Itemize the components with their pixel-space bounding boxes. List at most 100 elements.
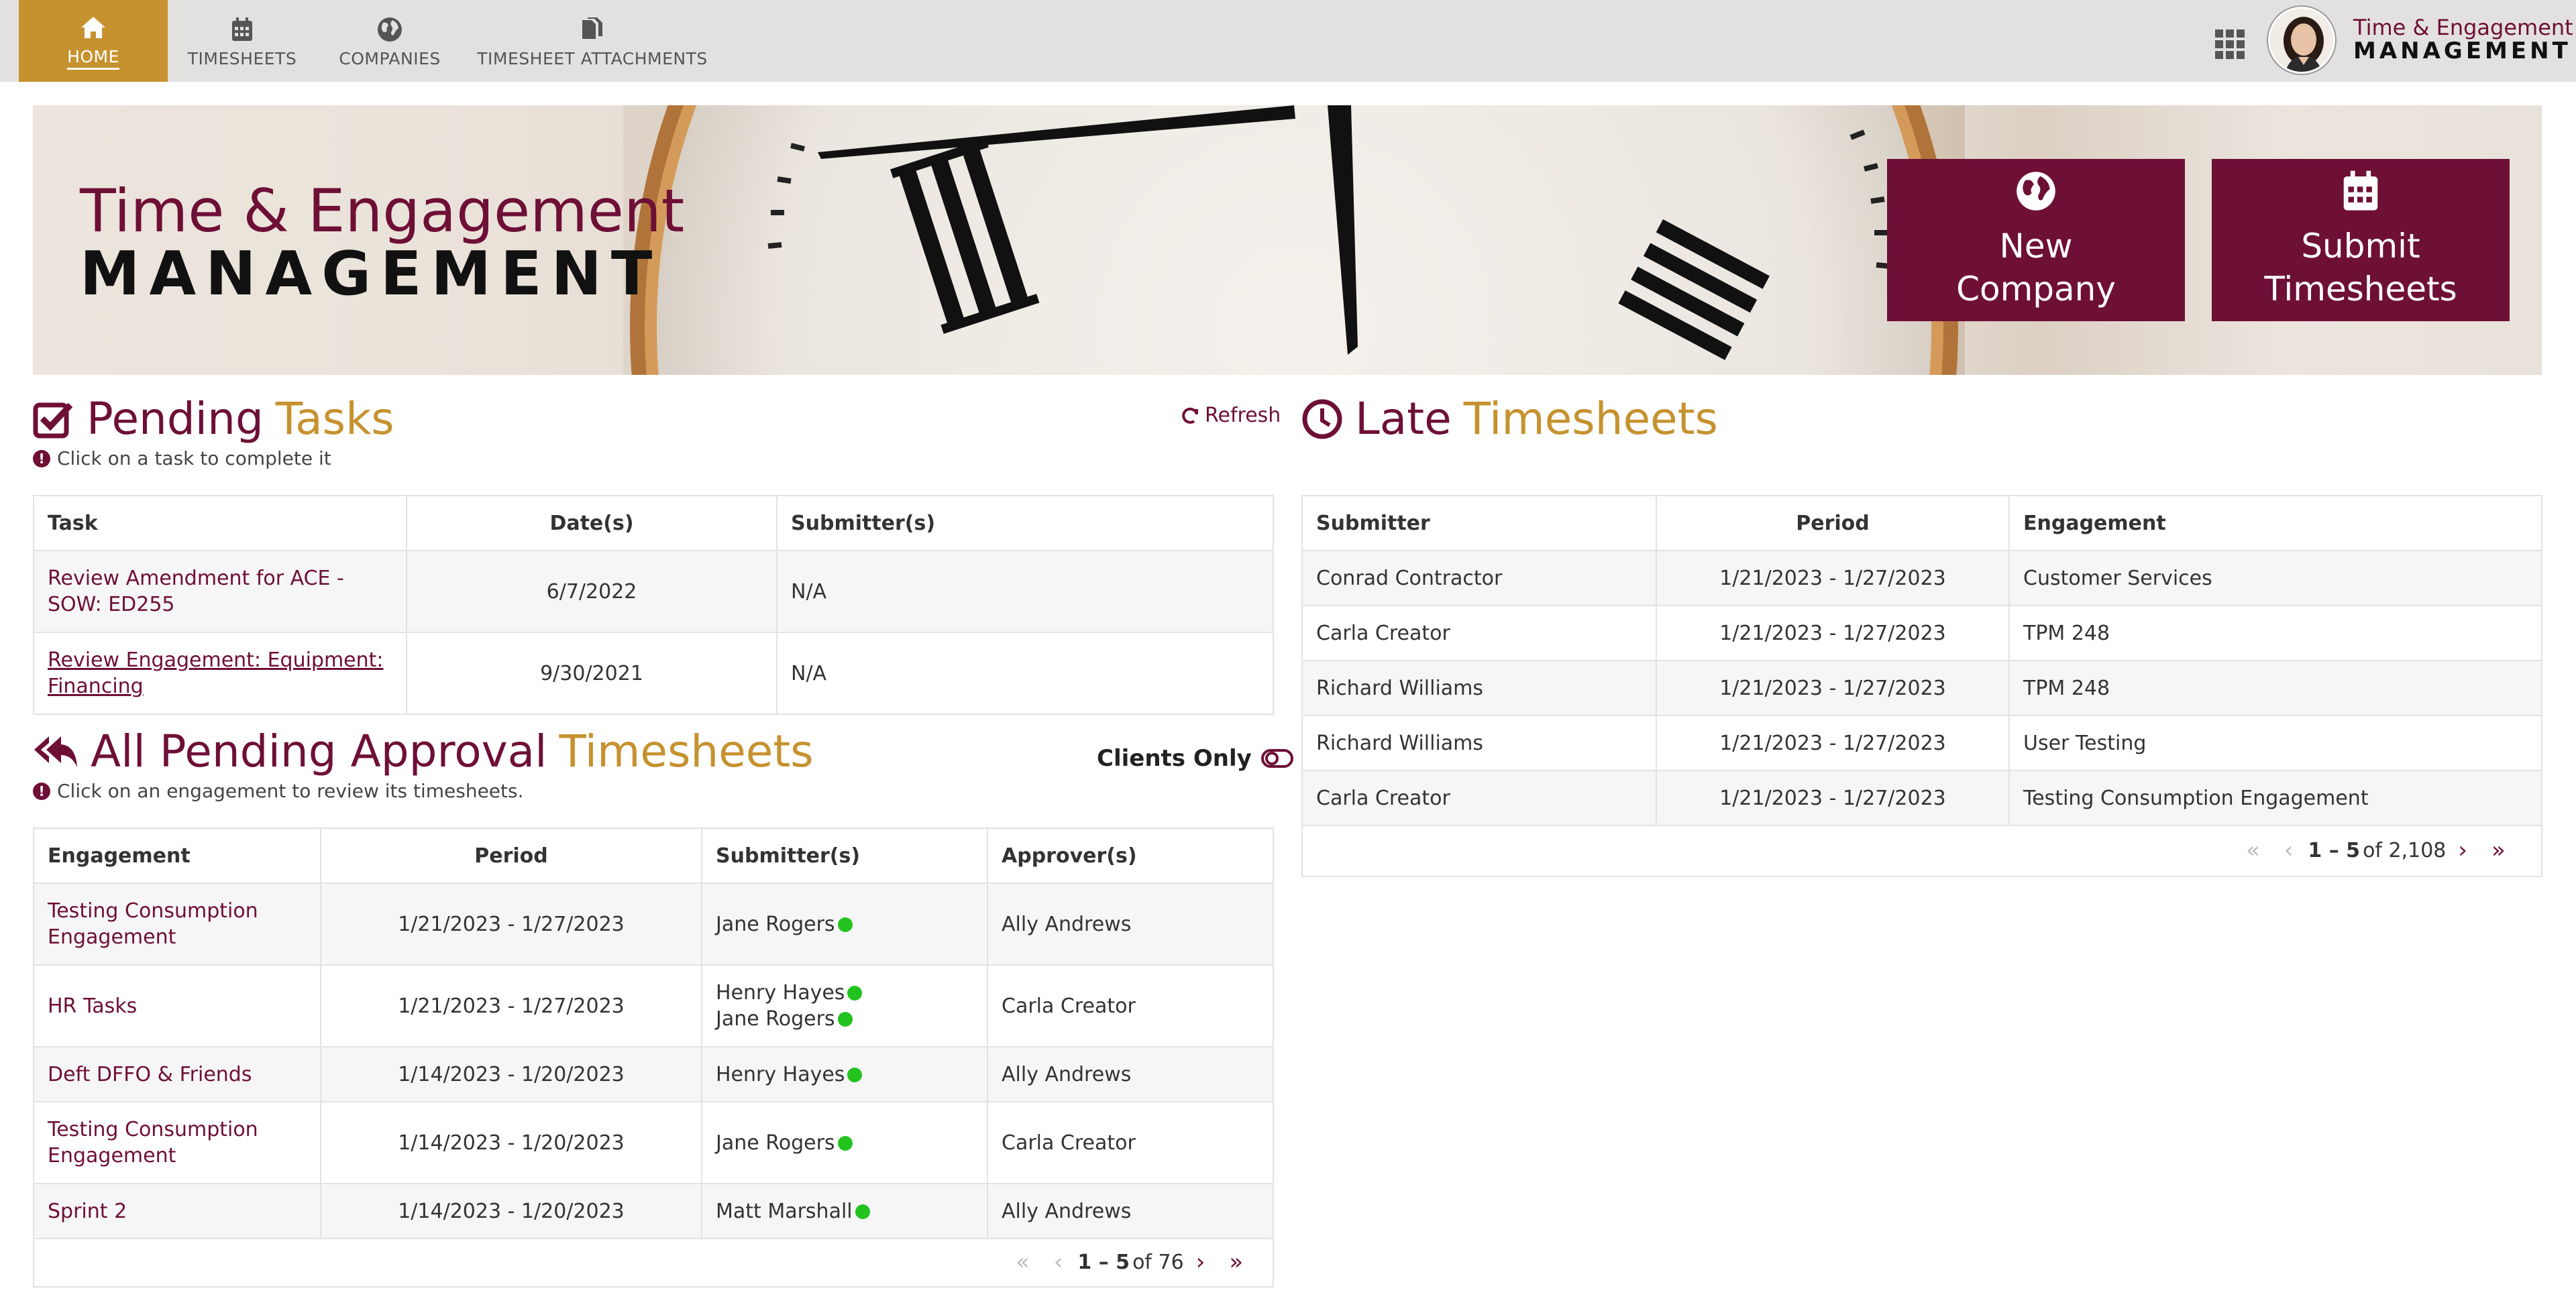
approver-cell: Carla Creator [987,1101,1274,1184]
column-header-submitter[interactable]: Submitter [1301,495,1657,551]
nav-attachments-label: TIMESHEET ATTACHMENTS [477,48,708,68]
pending-approval-pagination: « ‹ 1 – 5 of 76 › » [1004,1249,1255,1275]
table-row[interactable]: Deft DFFO & Friends 1/14/2023 - 1/20/202… [33,1046,1274,1102]
refresh-label: Refresh [1205,404,1281,427]
engagement-cell[interactable]: HR Tasks [33,964,321,1047]
table-row[interactable]: Richard Williams 1/21/2023 - 1/27/2023 U… [1301,715,2542,771]
column-header-dates[interactable]: Date(s) [406,495,777,551]
page-total: of 2,108 [2363,838,2447,862]
nav-home[interactable]: HOME [19,0,168,82]
column-header-submitters[interactable]: Submitter(s) [701,828,988,884]
table-row[interactable]: Conrad Contractor 1/21/2023 - 1/27/2023 … [1301,550,2542,606]
table-row[interactable]: Testing Consumption Engagement 1/14/2023… [33,1101,1274,1184]
submitter-cell: Jane Rogers [701,882,988,966]
late-timesheets-pagination: « ‹ 1 – 5 of 2,108 › » [2234,837,2518,864]
table-header-row: Task Date(s) Submitter(s) [33,495,1274,551]
brand-logo-line1: Time & Engagement [2353,15,2573,40]
previous-page-icon[interactable]: ‹ [2284,837,2294,864]
column-header-submitters[interactable]: Submitter(s) [776,495,1274,551]
column-header-period[interactable]: Period [320,828,702,884]
engagement-cell[interactable]: Testing Consumption Engagement [33,1101,321,1184]
date-cell: 6/7/2022 [406,550,777,633]
toggle-off-icon[interactable] [1260,749,1293,768]
table-row[interactable]: Testing Consumption Engagement 1/21/2023… [33,882,1274,966]
pending-approval-title-a: All Pending Approval [91,726,547,777]
clock-icon [1301,398,1343,440]
late-timesheets-title-a: Late [1355,393,1452,445]
engagement-cell[interactable]: Sprint 2 [33,1183,321,1239]
period-cell: 1/14/2023 - 1/20/2023 [320,1046,702,1102]
submitter-cell: Henry Hayes [701,1046,988,1102]
approver-cell: Carla Creator [987,964,1274,1047]
last-page-icon[interactable]: » [2491,837,2506,864]
online-status-icon [837,917,853,932]
engagement-cell[interactable]: Deft DFFO & Friends [33,1046,321,1102]
submitter-cell: Carla Creator [1301,605,1657,661]
globe-icon [376,14,403,45]
online-status-icon [847,1067,863,1082]
pending-approval-title-b: Timesheets [559,726,814,777]
first-page-icon[interactable]: « [1016,1249,1030,1275]
period-cell: 1/21/2023 - 1/27/2023 [1656,550,2010,606]
late-timesheets-table: Submitter Period Engagement Conrad Contr… [1301,495,2542,826]
engagement-cell[interactable]: Testing Consumption Engagement [33,882,321,966]
submitter-cell: N/A [776,550,1274,633]
submitter-name: Henry Hayes [716,1062,845,1086]
table-row[interactable]: Richard Williams 1/21/2023 - 1/27/2023 T… [1301,660,2542,716]
nav-companies-label: COMPANIES [339,48,441,68]
submitter-name: Henry Hayes [716,981,845,1005]
pending-tasks-hint: ! Click on a task to complete it [33,447,331,469]
task-cell[interactable]: Review Amendment for ACE - SOW: ED255 [33,550,407,633]
table-row[interactable]: Review Engagement: Equipment: Financing … [33,632,1274,715]
previous-page-icon[interactable]: ‹ [1054,1249,1063,1275]
next-page-icon[interactable]: › [2458,837,2467,864]
user-avatar[interactable] [2268,7,2335,74]
page-range: 1 – 5 [1077,1250,1130,1274]
submit-timesheets-button[interactable]: Submit Timesheets [2212,159,2510,321]
approver-cell: Ally Andrews [987,1183,1274,1239]
online-status-icon [847,986,863,1001]
column-header-engagement[interactable]: Engagement [33,828,321,884]
page-total: of 76 [1132,1250,1184,1274]
new-company-button[interactable]: New Company [1887,159,2185,321]
first-page-icon[interactable]: « [2246,837,2260,864]
submitter-cell: Richard Williams [1301,715,1657,771]
column-header-engagement[interactable]: Engagement [2008,495,2542,551]
banner-title-line2: MANAGEMENT [80,239,662,309]
nav-timesheets[interactable]: TIMESHEETS [180,0,305,82]
last-page-icon[interactable]: » [1229,1249,1243,1275]
period-cell: 1/14/2023 - 1/20/2023 [320,1101,702,1184]
engagement-cell: TPM 248 [2008,605,2542,661]
submitter-cell: Matt Marshall [701,1183,988,1239]
submitter-cell: Carla Creator [1301,770,1657,826]
task-cell[interactable]: Review Engagement: Equipment: Financing [33,632,407,715]
nav-timesheet-attachments[interactable]: TIMESHEET ATTACHMENTS [475,0,710,82]
apps-grid-icon[interactable] [2215,30,2245,59]
late-timesheets-heading: Late Timesheets [1301,393,1718,445]
column-header-task[interactable]: Task [33,495,407,551]
submitter-cell: Conrad Contractor [1301,550,1657,606]
date-cell: 9/30/2021 [406,632,777,715]
table-row[interactable]: Carla Creator 1/21/2023 - 1/27/2023 TPM … [1301,605,2542,661]
nav-home-label: HOME [67,47,119,70]
pending-tasks-title-b: Tasks [275,393,394,445]
refresh-button[interactable]: Refresh [1181,404,1281,427]
top-navigation-bar: HOME TIMESHEETS COMPANIES TIMESHEET ATTA… [0,0,2576,82]
column-header-approvers[interactable]: Approver(s) [987,828,1274,884]
table-row[interactable]: Review Amendment for ACE - SOW: ED255 6/… [33,550,1274,633]
approver-cell: Ally Andrews [987,882,1274,966]
pending-tasks-hint-text: Click on a task to complete it [57,447,331,469]
table-row[interactable]: HR Tasks 1/21/2023 - 1/27/2023 Henry Hay… [33,964,1274,1047]
nav-timesheets-label: TIMESHEETS [187,48,297,68]
submitter-cell: Richard Williams [1301,660,1657,716]
column-header-period[interactable]: Period [1656,495,2010,551]
clients-only-toggle[interactable]: Clients Only [1097,745,1293,772]
checkbox-checked-icon [33,400,74,439]
pending-tasks-heading: Pending Tasks [33,393,394,445]
table-row[interactable]: Sprint 2 1/14/2023 - 1/20/2023 Matt Mars… [33,1183,1274,1239]
hero-banner: Time & Engagement MANAGEMENT New Company… [33,105,2542,375]
submit-timesheets-label: Submit Timesheets [2264,227,2457,308]
next-page-icon[interactable]: › [1196,1249,1205,1275]
nav-companies[interactable]: COMPANIES [329,0,451,82]
table-row[interactable]: Carla Creator 1/21/2023 - 1/27/2023 Test… [1301,770,2542,826]
